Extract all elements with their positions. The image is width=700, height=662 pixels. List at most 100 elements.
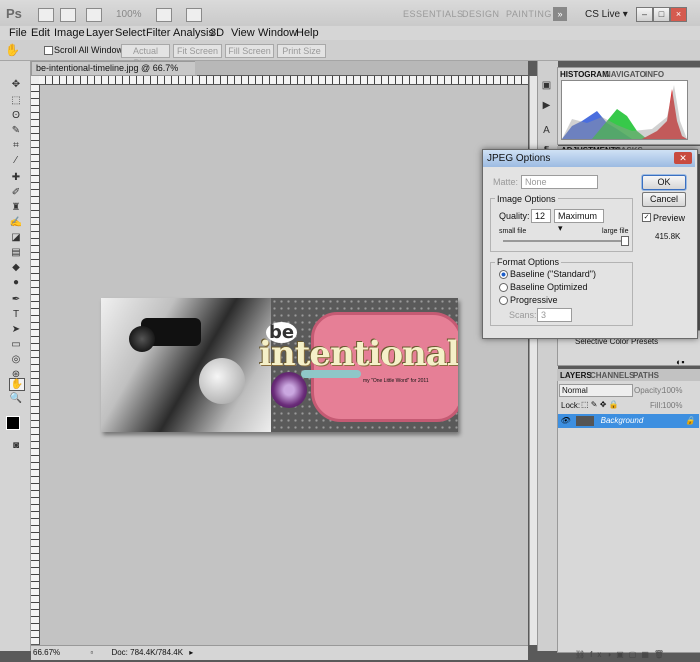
layer-name[interactable]: Background <box>601 416 644 425</box>
histogram-graph <box>561 80 688 140</box>
cancel-button[interactable]: Cancel <box>642 192 686 207</box>
view-extras-icon[interactable] <box>86 8 102 22</box>
menu-3d[interactable]: 3D <box>210 27 224 39</box>
status-menu-arrow[interactable]: ▸ <box>189 648 193 657</box>
dodge-tool-icon[interactable]: ● <box>9 277 23 288</box>
fill-label: Fill: <box>650 401 663 410</box>
panel-footer-icons[interactable]: ◐▪ <box>676 357 685 367</box>
foreground-color-swatch[interactable] <box>6 416 20 430</box>
actual-pixels-button[interactable]: Actual Pixels <box>121 44 170 68</box>
hand-tool-selected-icon[interactable]: ✋ <box>9 378 25 391</box>
marquee-tool-icon[interactable]: ⬚ <box>9 95 23 106</box>
shape-tool-icon[interactable]: ▭ <box>9 339 23 350</box>
dialog-close-icon[interactable]: ✕ <box>674 152 692 164</box>
tab-histogram[interactable]: HISTOGRAM <box>560 70 609 79</box>
workspace-painting[interactable]: PAINTING <box>506 9 552 19</box>
tab-info[interactable]: INFO <box>645 70 664 79</box>
tab-paths[interactable]: PATHS <box>633 371 659 380</box>
zoom-field[interactable]: 66.67% <box>33 648 60 657</box>
menu-layer[interactable]: Layer <box>86 27 114 39</box>
opacity-value[interactable]: 100% <box>662 386 682 395</box>
brush-tool-icon[interactable]: ✐ <box>9 187 23 198</box>
zoom-tool-icon[interactable]: 🔍 <box>9 393 23 404</box>
eraser-tool-icon[interactable]: ◪ <box>9 232 23 243</box>
document-image[interactable]: be intentional my "One Little Word" for … <box>101 298 458 432</box>
fit-screen-button[interactable]: Fit Screen <box>173 44 222 58</box>
workspace-more-icon[interactable]: » <box>553 7 567 21</box>
vertical-ruler[interactable] <box>31 84 40 644</box>
menu-select[interactable]: Select <box>115 27 146 39</box>
quality-input[interactable]: 12 <box>531 209 551 223</box>
maximize-icon[interactable]: □ <box>653 7 670 22</box>
document-tab[interactable]: be-intentional-timeline.jpg @ 66.7% (RGB… <box>31 61 197 86</box>
menu-filter[interactable]: Filter <box>146 27 170 39</box>
menu-image[interactable]: Image <box>54 27 85 39</box>
tab-channels[interactable]: CHANNELS <box>590 371 634 380</box>
lasso-tool-icon[interactable]: ʘ <box>9 110 23 121</box>
workspace-design[interactable]: DESIGN <box>462 9 500 19</box>
horizontal-ruler[interactable] <box>39 76 528 85</box>
ok-button[interactable]: OK <box>642 175 686 190</box>
history-brush-tool-icon[interactable]: ✍ <box>9 217 23 228</box>
preview-checkbox[interactable]: ✓ <box>642 213 651 222</box>
arrange-documents-icon[interactable] <box>156 8 172 22</box>
lock-icons[interactable]: ⬚ ✎ ✥ 🔒 <box>581 400 619 409</box>
quality-slider-track[interactable] <box>503 240 625 242</box>
minimize-icon[interactable]: – <box>636 7 653 22</box>
doc-size-info: Doc: 784.4K/784.4K <box>111 648 184 657</box>
print-size-button[interactable]: Print Size <box>277 44 326 58</box>
baseline-standard-radio[interactable] <box>499 270 508 279</box>
path-selection-tool-icon[interactable]: ➤ <box>9 324 23 335</box>
baseline-optimized-radio[interactable] <box>499 283 508 292</box>
menu-file[interactable]: File <box>9 27 27 39</box>
progressive-radio[interactable] <box>499 296 508 305</box>
cs-live-menu[interactable]: CS Live ▾ <box>585 9 628 20</box>
type-tool-icon[interactable]: T <box>9 309 23 320</box>
scans-select[interactable]: 3 <box>537 308 572 322</box>
zoom-level-box[interactable]: 100% <box>116 9 142 20</box>
healing-brush-tool-icon[interactable]: ✚ <box>9 172 23 183</box>
quality-slider-thumb[interactable] <box>621 236 629 246</box>
layer-lock-icon: 🔒 <box>685 416 695 425</box>
screen-mode-icon[interactable] <box>186 8 202 22</box>
mini-bridge-icon[interactable] <box>60 8 76 22</box>
character-panel-icon[interactable]: A <box>540 125 553 137</box>
crop-tool-icon[interactable]: ⌗ <box>9 140 23 151</box>
quick-select-tool-icon[interactable]: ✎ <box>9 125 23 136</box>
actions-panel-icon[interactable]: ▶ <box>540 100 553 112</box>
bridge-icon[interactable] <box>38 8 54 22</box>
hand-tool-icon[interactable]: ✋ <box>5 43 20 57</box>
menu-analysis[interactable]: Analysis <box>173 27 214 39</box>
tab-navigator[interactable]: NAVIGATO <box>605 70 646 79</box>
fill-screen-button[interactable]: Fill Screen <box>225 44 274 58</box>
blur-tool-icon[interactable]: ◆ <box>9 262 23 273</box>
layer-row-background[interactable]: 👁 Background 🔒 <box>558 414 699 428</box>
matte-select[interactable]: None <box>521 175 598 189</box>
quick-mask-icon[interactable]: ◙ <box>9 440 23 451</box>
fill-value[interactable]: 100% <box>662 401 682 410</box>
eyedropper-tool-icon[interactable]: ⁄ <box>9 155 23 166</box>
history-panel-icon[interactable]: ▣ <box>540 80 553 92</box>
file-size-readout: 415.8K <box>655 232 681 241</box>
gradient-tool-icon[interactable]: ▤ <box>9 247 23 258</box>
quality-preset-select[interactable]: Maximum ▾ <box>554 209 604 233</box>
move-tool-icon[interactable]: ✥ <box>9 79 23 90</box>
3d-rotate-tool-icon[interactable]: ◎ <box>9 354 23 365</box>
baseline-standard-label: Baseline ("Standard") <box>510 269 596 279</box>
menu-help[interactable]: Help <box>296 27 319 39</box>
blend-mode-select[interactable]: Normal <box>559 384 633 397</box>
tab-layers[interactable]: LAYERS <box>560 371 592 380</box>
close-app-icon[interactable]: × <box>670 7 687 22</box>
menu-edit[interactable]: Edit <box>31 27 50 39</box>
workspace-essentials[interactable]: ESSENTIALS <box>403 9 464 19</box>
baseline-optimized-label: Baseline Optimized <box>510 282 588 292</box>
clone-stamp-tool-icon[interactable]: ♜ <box>9 202 23 213</box>
layers-footer-icons[interactable]: ⛓fx◑▣▢▦🗑 <box>575 650 669 659</box>
pen-tool-icon[interactable]: ✒ <box>9 294 23 305</box>
ruler-origin[interactable] <box>31 76 39 84</box>
scroll-all-checkbox[interactable] <box>44 46 53 55</box>
menu-view[interactable]: View <box>231 27 255 39</box>
visibility-eye-icon[interactable]: 👁 <box>560 416 570 425</box>
status-icon[interactable]: ▫ <box>90 648 93 657</box>
menu-window[interactable]: Window <box>258 27 297 39</box>
